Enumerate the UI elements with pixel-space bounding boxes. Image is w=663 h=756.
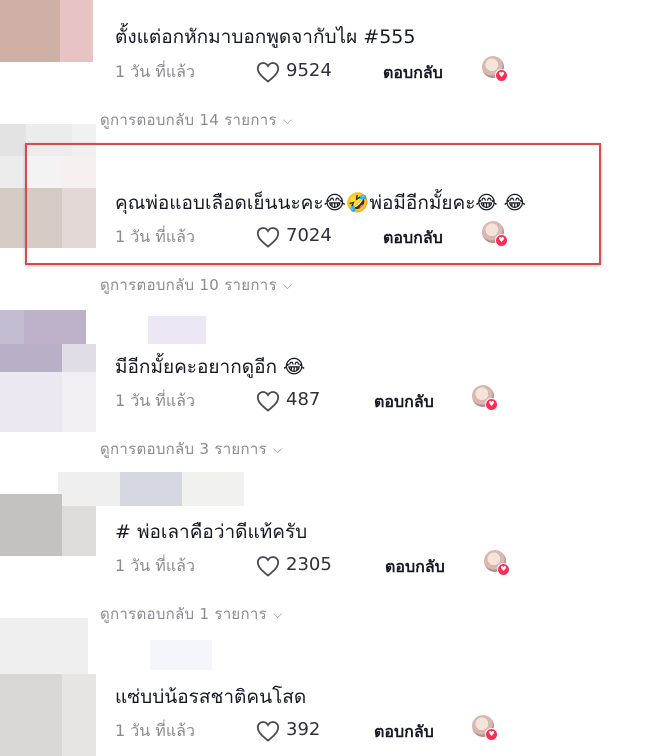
view-replies-button[interactable]: ดูการตอบกลับ 3 รายการ ⌵ bbox=[100, 437, 282, 461]
chevron-down-icon: ⌵ bbox=[282, 113, 293, 127]
view-replies-label: ดูการตอบกลับ 3 รายการ bbox=[100, 440, 267, 458]
view-replies-button[interactable]: ดูการตอบกลับ 14 รายการ ⌵ bbox=[100, 108, 292, 132]
comment-time: 1 วัน ที่แล้ว bbox=[115, 721, 195, 740]
reply-button[interactable]: ตอบกลับ bbox=[374, 390, 434, 415]
heart-badge-icon: ♥ bbox=[495, 69, 508, 82]
comment-meta: 1 วัน ที่แล้ว 2305 ตอบกลับ ♥ bbox=[115, 550, 515, 580]
reply-button[interactable]: ตอบกลับ bbox=[374, 720, 434, 745]
comment-text: # พ่อเลาคือว่าดีแท้ครับ bbox=[115, 521, 308, 543]
heart-badge-icon: ♥ bbox=[485, 728, 498, 741]
heart-outline-icon[interactable] bbox=[256, 720, 280, 742]
reply-button[interactable]: ตอบกลับ bbox=[383, 61, 443, 86]
chevron-down-icon: ⌵ bbox=[272, 607, 283, 621]
chevron-down-icon: ⌵ bbox=[272, 442, 283, 456]
view-replies-label: ดูการตอบกลับ 1 รายการ bbox=[100, 605, 267, 623]
highlight-annotation-box bbox=[25, 143, 601, 265]
view-replies-button[interactable]: ดูการตอบกลับ 10 รายการ ⌵ bbox=[100, 273, 292, 297]
view-replies-label: ดูการตอบกลับ 14 รายการ bbox=[100, 111, 277, 129]
like-count: 487 bbox=[286, 389, 321, 410]
chevron-down-icon: ⌵ bbox=[282, 278, 293, 292]
heart-badge-icon: ♥ bbox=[497, 563, 510, 576]
view-replies-label: ดูการตอบกลับ 10 รายการ bbox=[100, 276, 277, 294]
comment-text: ตั้งแต่อกหักมาบอกพูดจากับไผ #555 bbox=[115, 26, 416, 48]
heart-outline-icon[interactable] bbox=[256, 390, 280, 412]
view-replies-button[interactable]: ดูการตอบกลับ 1 รายการ ⌵ bbox=[100, 602, 282, 626]
comment-meta: 1 วัน ที่แล้ว 392 ตอบกลับ ♥ bbox=[115, 715, 515, 745]
heart-outline-icon[interactable] bbox=[256, 555, 280, 577]
like-count: 392 bbox=[286, 719, 321, 740]
comment-text: แซ่บบ่น้อรสชาติคนโสด bbox=[115, 686, 307, 708]
comment-time: 1 วัน ที่แล้ว bbox=[115, 62, 195, 81]
comment-time: 1 วัน ที่แล้ว bbox=[115, 391, 195, 410]
like-count: 9524 bbox=[286, 60, 332, 81]
comment-time: 1 วัน ที่แล้ว bbox=[115, 556, 195, 575]
comment-meta: 1 วัน ที่แล้ว 9524 ตอบกลับ ♥ bbox=[115, 56, 515, 86]
comment-meta: 1 วัน ที่แล้ว 487 ตอบกลับ ♥ bbox=[115, 385, 515, 415]
reply-button[interactable]: ตอบกลับ bbox=[385, 555, 445, 580]
heart-outline-icon[interactable] bbox=[256, 61, 280, 83]
like-count: 2305 bbox=[286, 554, 332, 575]
comment-text: มีอีกมั้ยคะอยากดูอีก 😂 bbox=[115, 356, 306, 378]
heart-badge-icon: ♥ bbox=[485, 398, 498, 411]
